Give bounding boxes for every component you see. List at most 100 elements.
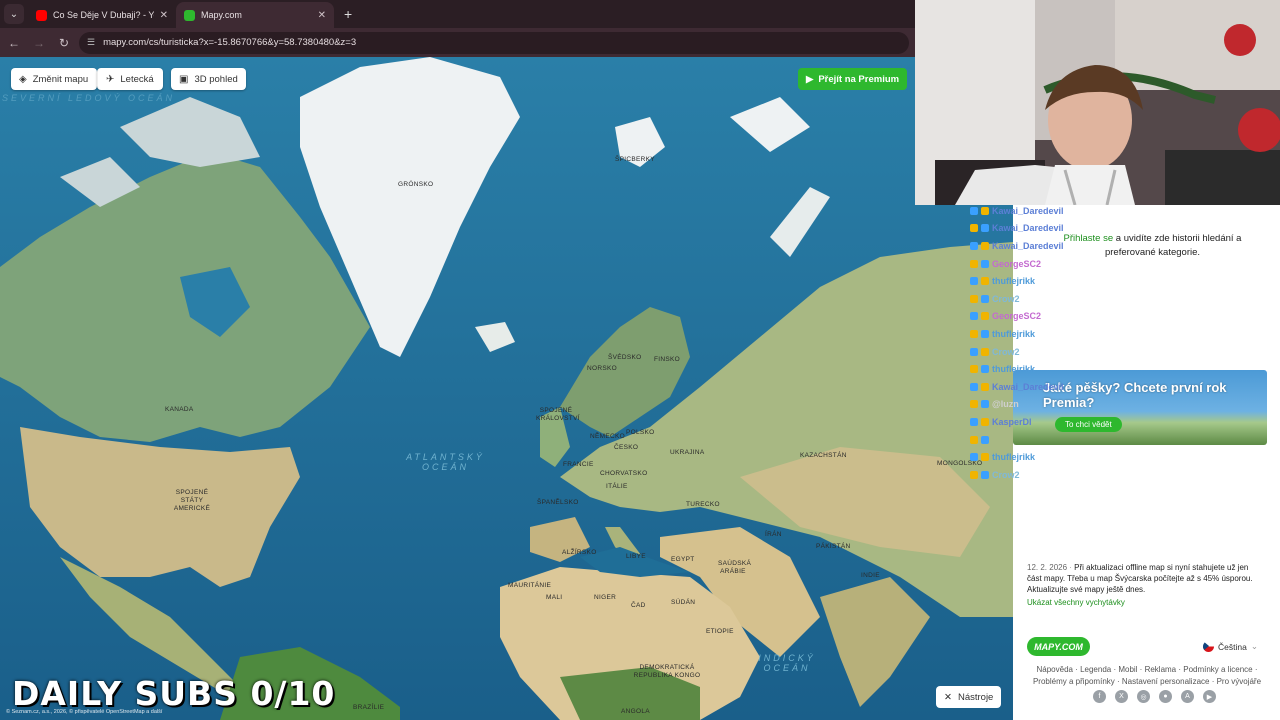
tools-label: Nástroje — [957, 691, 994, 703]
chat-badge-icon — [970, 259, 978, 268]
3d-view-button[interactable]: ▣ 3D pohled — [171, 68, 246, 90]
label-pakistan: PÁKISTÁN — [816, 543, 851, 550]
chat-badge-icon — [981, 470, 989, 479]
news-date: 12. 2. 2026 — [1027, 563, 1068, 572]
chat-message: thuflejrikk — [970, 272, 1210, 290]
tab-youtube[interactable]: Co Se Děje V Dubaji? - YouTube ✕ — [28, 2, 176, 28]
label-indie: INDIE — [861, 572, 880, 579]
label-gronsko: GRÓNSKO — [398, 181, 434, 188]
chat-badge-icon — [970, 382, 978, 391]
reload-button[interactable]: ↻ — [53, 36, 75, 50]
chat-username: thuflejrikk — [992, 452, 1036, 463]
youtube-icon[interactable]: ▶ — [1203, 690, 1216, 703]
tab-search-button[interactable]: ⌄ — [4, 4, 24, 24]
change-map-label: Změnit mapu — [32, 73, 89, 85]
android-icon[interactable]: ● — [1159, 690, 1172, 703]
label-mauritanie: MAURITÁNIE — [508, 582, 552, 589]
label-alzirsko: ALŽÍRSKO — [562, 549, 597, 556]
label-arctic: SEVERNÍ LEDOVÝ OCEÁN — [2, 93, 176, 103]
x-icon[interactable]: X — [1115, 690, 1128, 703]
new-tab-button[interactable]: + — [344, 6, 352, 22]
forward-button[interactable]: → — [28, 36, 50, 50]
mapy-favicon-icon — [184, 9, 195, 21]
label-angola: ANGOLA — [621, 708, 650, 715]
chat-badge-icon — [970, 277, 978, 286]
tab-mapy[interactable]: Mapy.com ✕ — [176, 2, 334, 28]
label-norsko: NORSKO — [587, 365, 617, 372]
label-ukrajina: UKRAJINA — [670, 449, 705, 456]
chat-username: Crow2 — [992, 469, 1020, 480]
map-background — [0, 57, 1013, 720]
premium-label: Přejít na Premium — [818, 73, 900, 85]
chat-badge-icon — [981, 365, 989, 374]
social-links: f X ◎ ● A ▶ — [1093, 690, 1216, 703]
label-iran: ÍRÁN — [765, 531, 782, 538]
chat-message: GeorgeSC2 — [970, 308, 1210, 326]
footer-links[interactable]: Nápověda · Legenda · Mobil · Reklama · P… — [1027, 664, 1267, 688]
show-all-news-link[interactable]: Ukázat všechny vychytávky — [1027, 598, 1125, 607]
chat-message: thuflejrikk — [970, 360, 1210, 378]
close-tab-icon[interactable]: ✕ — [318, 10, 326, 21]
label-finsko: FINSKO — [654, 356, 680, 363]
label-cesko: ČESKO — [614, 444, 639, 451]
label-cad: ČAD — [631, 602, 646, 609]
site-info-icon[interactable]: ☰ — [87, 37, 95, 48]
layers-icon: ◈ — [19, 73, 27, 85]
chat-badge-icon — [970, 206, 978, 215]
chat-message — [970, 431, 1210, 449]
tools-icon: ✕ — [944, 691, 952, 703]
label-svedsko: ŠVÉDSKO — [608, 354, 642, 361]
facebook-icon[interactable]: f — [1093, 690, 1106, 703]
label-spicberky: ŠPICBERKY — [615, 156, 655, 163]
3d-view-label: 3D pohled — [194, 73, 238, 85]
chevron-down-icon: ⌄ — [1250, 641, 1258, 651]
change-map-button[interactable]: ◈ Změnit mapu — [11, 68, 97, 90]
label-spanelsko: ŠPANĚLSKO — [537, 499, 579, 506]
label-francie: FRANCIE — [563, 461, 594, 468]
label-libye: LIBYE — [626, 553, 646, 560]
premium-button[interactable]: ▶ Přejít na Premium — [798, 68, 908, 90]
chat-message: Kawai_Daredevil — [970, 378, 1210, 396]
aerial-button[interactable]: ✈ Letecká — [97, 68, 163, 90]
back-button[interactable]: ← — [3, 36, 25, 50]
label-egypt: EGYPT — [671, 556, 695, 563]
chat-badge-icon — [981, 435, 989, 444]
chat-badge-icon — [981, 277, 989, 286]
chat-badge-icon — [970, 365, 978, 374]
youtube-icon — [36, 9, 47, 21]
chat-message: Crow2 — [970, 290, 1210, 308]
chat-message: thuflejrikk — [970, 325, 1210, 343]
chat-badge-icon — [981, 400, 989, 409]
address-bar[interactable]: ☰ mapy.com/cs/turisticka?x=-15.8670766&y… — [79, 31, 909, 54]
map-canvas[interactable]: GRÓNSKO ŠPICBERKY KANADA SPOJENÉ STÁTY A… — [0, 57, 1013, 720]
label-kanada: KANADA — [165, 406, 194, 413]
label-usa: SPOJENÉ STÁTY AMERICKÉ — [173, 489, 211, 512]
label-mali: MALI — [546, 594, 563, 601]
label-sudan: SÚDÁN — [671, 599, 696, 606]
chat-username: thuflejrikk — [992, 364, 1036, 375]
stream-overlay-daily-subs: DAILY SUBS 0/10 — [12, 674, 336, 713]
chat-badge-icon — [981, 329, 989, 338]
label-kongo: DEMOKRATICKÁ REPUBLIKA KONGO — [633, 664, 701, 679]
chat-badge-icon — [970, 329, 978, 338]
chat-badge-icon — [981, 241, 989, 250]
instagram-icon[interactable]: ◎ — [1137, 690, 1150, 703]
tools-button[interactable]: ✕ Nástroje — [936, 686, 1002, 708]
language-selector[interactable]: Čeština ⌄ — [1203, 641, 1258, 652]
chat-badge-icon — [970, 453, 978, 462]
chat-badge-icon — [981, 347, 989, 356]
mapy-logo[interactable]: MAPY.COM — [1027, 637, 1090, 656]
czech-flag-icon — [1203, 641, 1214, 652]
chat-badge-icon — [970, 417, 978, 426]
chat-badge-icon — [970, 224, 978, 233]
chat-message: Crow2 — [970, 343, 1210, 361]
label-indian: INDICKÝ OCEÁN — [758, 653, 816, 673]
label-etiopie: ETIOPIE — [706, 628, 734, 635]
chat-username: Kawai_Daredevil — [992, 240, 1064, 251]
close-tab-icon[interactable]: ✕ — [160, 10, 168, 21]
chat-username: Crow2 — [992, 293, 1020, 304]
appstore-icon[interactable]: A — [1181, 690, 1194, 703]
chat-username: Kawai_Daredevil — [992, 205, 1064, 216]
chat-badge-icon — [981, 382, 989, 391]
cube-icon: ▣ — [179, 73, 189, 85]
